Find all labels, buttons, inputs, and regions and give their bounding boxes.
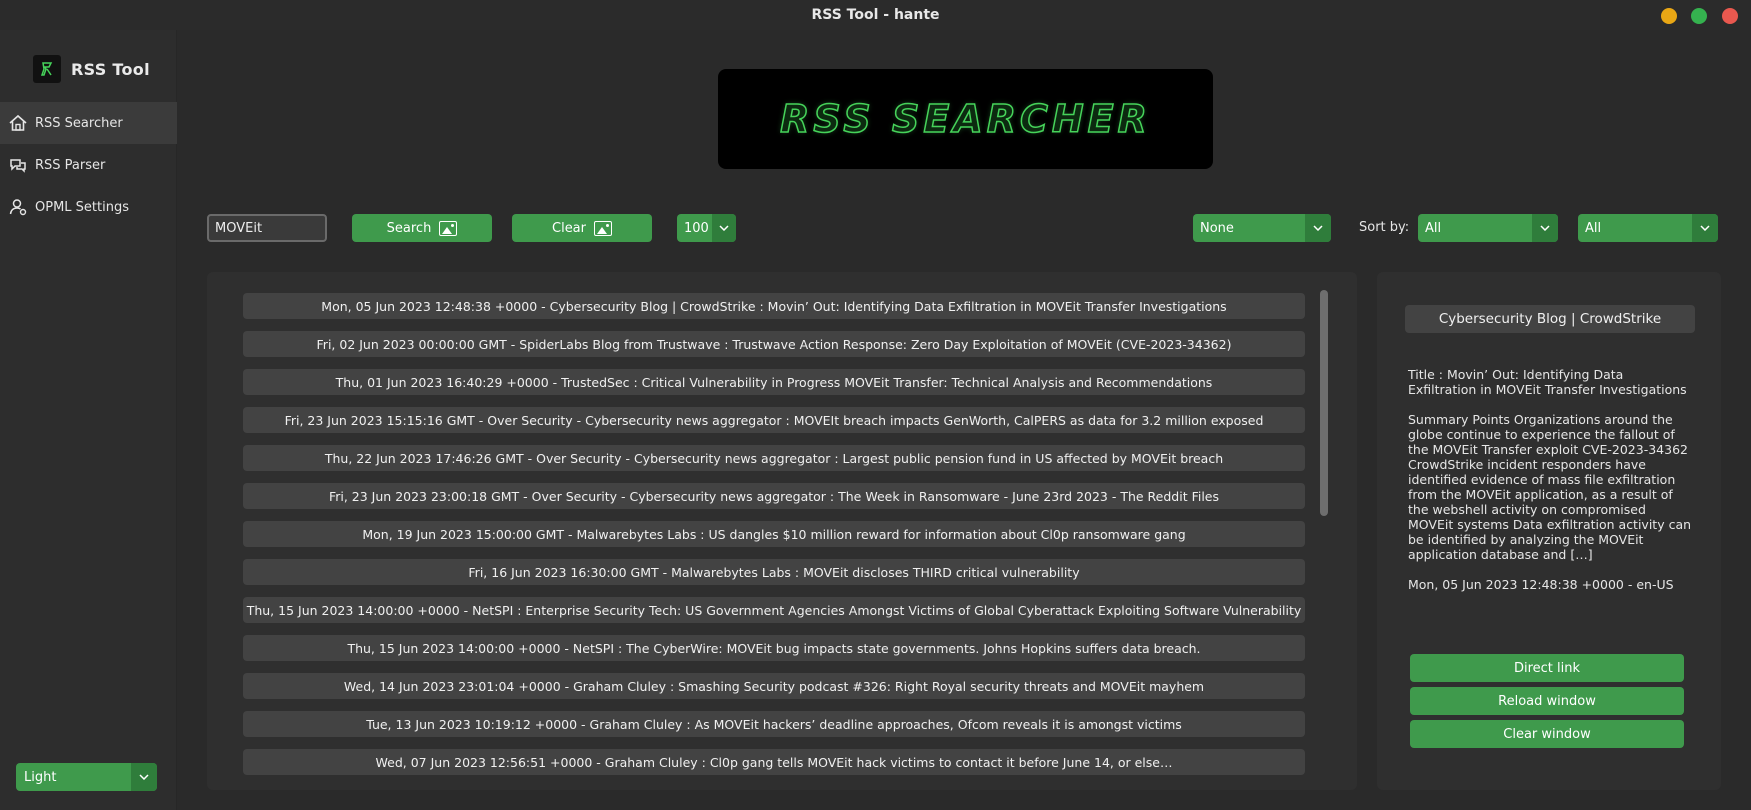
maximize-button[interactable] <box>1691 8 1707 24</box>
article-detail-panel: Cybersecurity Blog | CrowdStrike Title :… <box>1377 272 1721 790</box>
result-item[interactable]: Thu, 15 Jun 2023 14:00:00 +0000 - NetSPI… <box>243 635 1305 661</box>
results-scrollbar[interactable] <box>1320 290 1328 790</box>
results-list: Mon, 05 Jun 2023 12:48:38 +0000 - Cybers… <box>207 272 1357 790</box>
rss-searcher-banner: RSS SEARCHER <box>718 69 1213 169</box>
result-item[interactable]: Thu, 15 Jun 2023 14:00:00 +0000 - NetSPI… <box>243 597 1305 623</box>
chevron-down-icon[interactable] <box>712 214 736 242</box>
result-item[interactable]: Mon, 19 Jun 2023 15:00:00 GMT - Malwareb… <box>243 521 1305 547</box>
sort-select-secondary[interactable]: All <box>1578 214 1718 242</box>
banner-text: RSS SEARCHER <box>779 96 1151 142</box>
scrollbar-thumb[interactable] <box>1320 290 1328 516</box>
result-item[interactable]: Wed, 07 Jun 2023 12:56:51 +0000 - Graham… <box>243 749 1305 775</box>
sort-select-primary-value: All <box>1425 220 1442 236</box>
chevron-down-icon[interactable] <box>1692 214 1718 242</box>
minimize-button[interactable] <box>1661 8 1677 24</box>
article-title: Title : Movin’ Out: Identifying Data Exf… <box>1408 367 1687 397</box>
sidebar-item-label: OPML Settings <box>35 199 129 215</box>
result-item[interactable]: Mon, 05 Jun 2023 12:48:38 +0000 - Cybers… <box>243 293 1305 319</box>
clear-button-label: Clear <box>552 220 586 236</box>
theme-select-value: Light <box>24 769 57 785</box>
home-icon <box>7 112 29 134</box>
user-settings-icon <box>7 196 29 218</box>
result-item[interactable]: Thu, 22 Jun 2023 17:46:26 GMT - Over Sec… <box>243 445 1305 471</box>
result-item[interactable]: Fri, 23 Jun 2023 23:00:18 GMT - Over Sec… <box>243 483 1305 509</box>
reload-window-button[interactable]: Reload window <box>1410 687 1684 715</box>
sidebar-item-label: RSS Parser <box>35 157 106 173</box>
theme-select[interactable]: Light <box>16 763 157 791</box>
article-source: Cybersecurity Blog | CrowdStrike <box>1405 305 1695 333</box>
close-button[interactable] <box>1722 8 1738 24</box>
chevron-down-icon[interactable] <box>1305 214 1331 242</box>
results-count-value: 100 <box>684 220 709 236</box>
sidebar-item-label: RSS Searcher <box>35 115 123 131</box>
sort-select-secondary-value: All <box>1585 220 1602 236</box>
direct-link-button[interactable]: Direct link <box>1410 654 1684 682</box>
clear-button[interactable]: Clear <box>512 214 652 242</box>
chevron-down-icon[interactable] <box>1532 214 1558 242</box>
app-logo-icon <box>33 55 61 83</box>
image-icon <box>594 220 612 236</box>
search-button[interactable]: Search <box>352 214 492 242</box>
clear-window-button[interactable]: Clear window <box>1410 720 1684 748</box>
result-item[interactable]: Fri, 02 Jun 2023 00:00:00 GMT - SpiderLa… <box>243 331 1305 357</box>
results-count-select[interactable]: 100 <box>677 214 736 242</box>
search-input[interactable]: MOVEit <box>207 214 327 242</box>
window-title: RSS Tool - hante <box>811 7 940 23</box>
filter-select[interactable]: None <box>1193 214 1331 242</box>
chevron-down-icon[interactable] <box>131 763 157 791</box>
result-item[interactable]: Tue, 13 Jun 2023 10:19:12 +0000 - Graham… <box>243 711 1305 737</box>
sort-select-primary[interactable]: All <box>1418 214 1558 242</box>
sidebar-item-rss-parser[interactable]: RSS Parser <box>0 144 177 186</box>
filter-select-value: None <box>1200 220 1234 236</box>
article-body: Title : Movin’ Out: Identifying Data Exf… <box>1408 367 1693 607</box>
chat-bubbles-icon <box>7 154 29 176</box>
search-button-label: Search <box>386 220 432 236</box>
article-summary: Summary Points Organizations around the … <box>1408 412 1692 562</box>
sort-by-label: Sort by: <box>1359 220 1410 235</box>
article-meta: Mon, 05 Jun 2023 12:48:38 +0000 - en-US <box>1408 577 1674 592</box>
sidebar-item-opml-settings[interactable]: OPML Settings <box>0 186 177 228</box>
result-item[interactable]: Wed, 14 Jun 2023 23:01:04 +0000 - Graham… <box>243 673 1305 699</box>
result-item[interactable]: Fri, 23 Jun 2023 15:15:16 GMT - Over Sec… <box>243 407 1305 433</box>
result-item[interactable]: Thu, 01 Jun 2023 16:40:29 +0000 - Truste… <box>243 369 1305 395</box>
window-titlebar: RSS Tool - hante <box>0 0 1751 30</box>
result-item[interactable]: Fri, 16 Jun 2023 16:30:00 GMT - Malwareb… <box>243 559 1305 585</box>
sidebar-item-rss-searcher[interactable]: RSS Searcher <box>0 102 177 144</box>
image-icon <box>439 220 458 236</box>
app-name: RSS Tool <box>71 59 150 79</box>
sidebar: RSS Tool RSS Searcher RSS Parser OPML Se… <box>0 30 177 810</box>
app-brand: RSS Tool <box>33 55 150 83</box>
